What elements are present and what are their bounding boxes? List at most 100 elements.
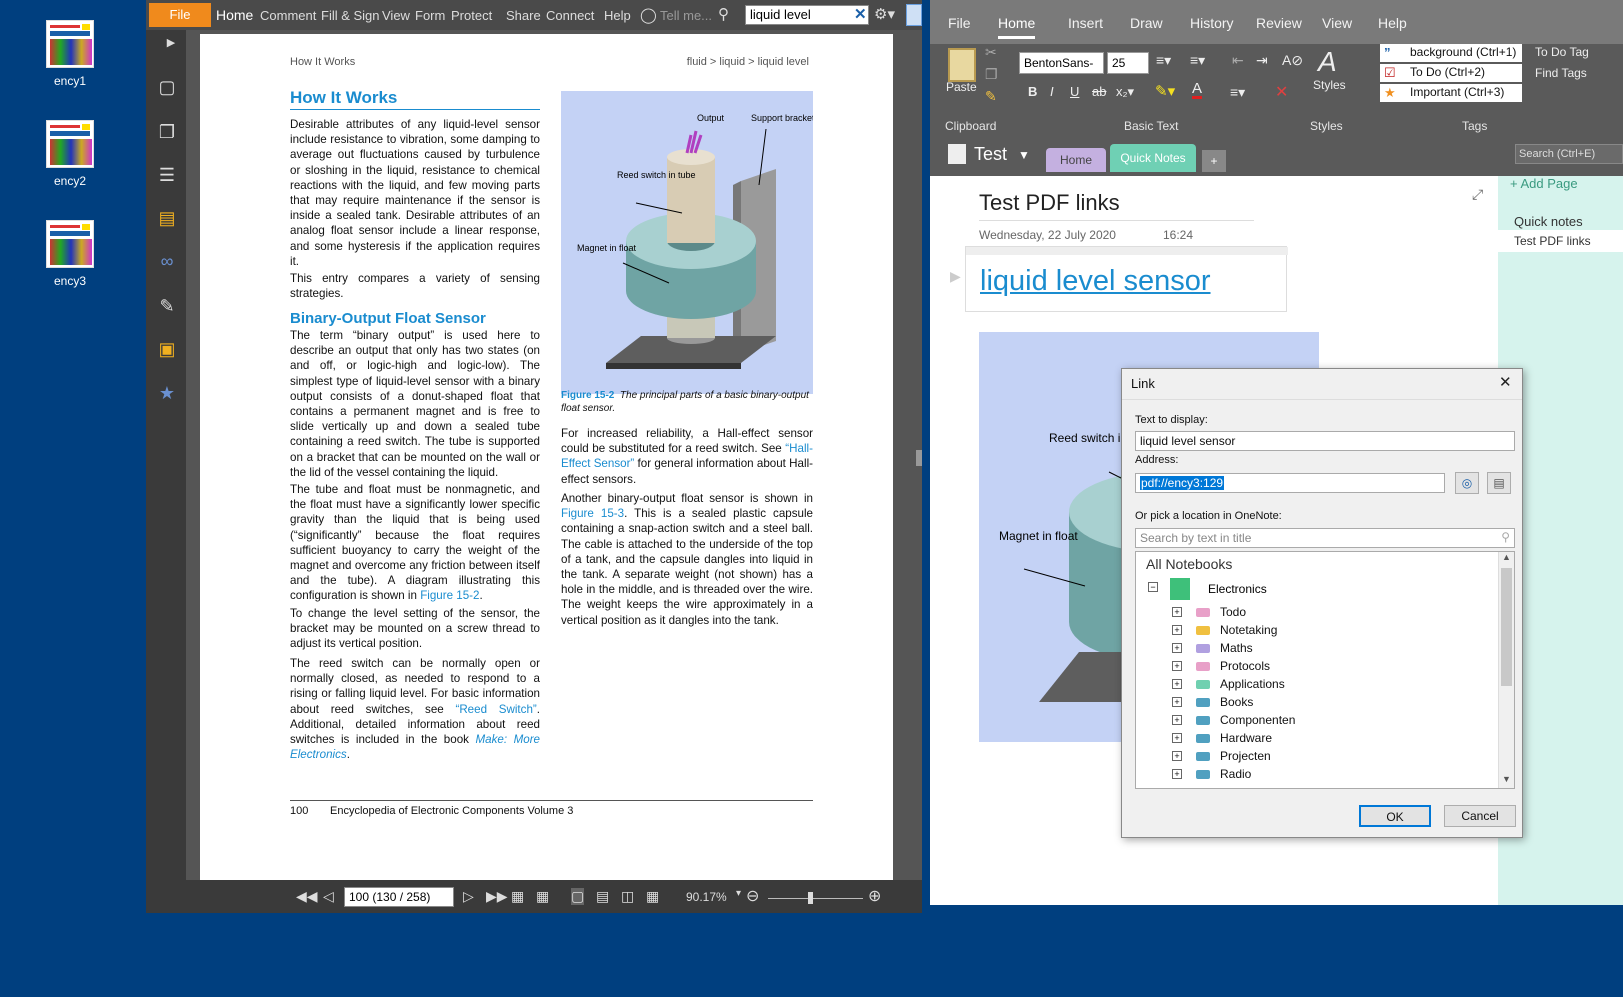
tag-important[interactable]: ★ Important (Ctrl+3) — [1380, 84, 1522, 102]
tag-background[interactable]: ” background (Ctrl+1) — [1380, 44, 1522, 62]
previous-view-icon[interactable]: ▦ — [511, 888, 524, 905]
continuous-facing-icon[interactable]: ▦ — [646, 888, 659, 905]
cancel-button[interactable]: Cancel — [1444, 805, 1516, 827]
paste-icon[interactable] — [948, 48, 976, 82]
tree-section-hardware[interactable]: + Hardware — [1154, 730, 1494, 748]
menu-connect[interactable]: Connect — [546, 8, 594, 23]
figure-link[interactable]: Figure 15-3 — [561, 507, 624, 520]
expand-icon[interactable]: + — [1172, 679, 1182, 689]
location-search-field[interactable]: Search by text in title ⚲ — [1135, 528, 1515, 548]
expand-icon[interactable]: + — [1172, 769, 1182, 779]
bold-icon[interactable]: B — [1028, 84, 1037, 99]
pages-icon[interactable]: ❐ — [156, 121, 178, 143]
container-handle[interactable] — [966, 247, 1288, 255]
tab-review[interactable]: Review — [1256, 15, 1302, 31]
tree-section-maths[interactable]: + Maths — [1154, 640, 1494, 658]
desktop-icon-ency3[interactable]: ency3 — [35, 220, 105, 288]
strikethrough-icon[interactable]: ab — [1092, 84, 1106, 99]
tab-home[interactable]: Home — [998, 15, 1036, 39]
layers-icon[interactable]: ☰ — [156, 164, 178, 186]
section-tab-home[interactable]: Home — [1046, 148, 1106, 172]
zoom-slider[interactable] — [768, 898, 863, 899]
gear-icon[interactable]: ⚙▾ — [874, 5, 895, 23]
collapse-icon[interactable]: − — [1148, 582, 1158, 592]
paragraph-handle-icon[interactable]: ▶ — [950, 268, 961, 285]
desktop-icon-ency1[interactable]: ency1 — [35, 20, 105, 88]
font-size-select[interactable]: 25 — [1107, 52, 1149, 74]
find-icon[interactable]: ⚲ — [718, 5, 729, 23]
expand-icon[interactable]: + — [1172, 643, 1182, 653]
styles-icon[interactable]: A — [1318, 46, 1337, 78]
zoom-in-icon[interactable]: ⊕ — [868, 886, 881, 906]
styles-button[interactable]: Styles — [1313, 78, 1346, 92]
search-input[interactable]: liquid level — [745, 5, 869, 25]
expand-icon[interactable]: + — [1172, 715, 1182, 725]
expand-icon[interactable]: + — [1172, 733, 1182, 743]
find-tags-button[interactable]: Find Tags — [1535, 66, 1587, 80]
format-painter-icon[interactable]: ✎ — [985, 88, 997, 105]
tab-history[interactable]: History — [1190, 15, 1234, 31]
tree-section-componenten[interactable]: + Componenten — [1154, 712, 1494, 730]
expand-icon[interactable]: + — [1172, 697, 1182, 707]
menu-share[interactable]: Share — [506, 8, 541, 23]
numbering-icon[interactable]: ≡▾ — [1190, 52, 1205, 69]
zoom-level[interactable]: 90.17% — [686, 890, 727, 904]
menu-form[interactable]: Form — [415, 8, 445, 23]
menu-view[interactable]: View — [382, 8, 410, 23]
scroll-up-icon[interactable]: ▲ — [1502, 552, 1511, 562]
address-field[interactable]: pdf://ency3:129 — [1135, 473, 1445, 493]
tree-section-notetaking[interactable]: + Notetaking — [1154, 622, 1494, 640]
tree-section-books[interactable]: + Books — [1154, 694, 1494, 712]
italic-icon[interactable]: I — [1050, 84, 1054, 99]
page-list-item-selected[interactable]: Test PDF links — [1498, 230, 1623, 252]
next-view-icon[interactable]: ▦ — [536, 888, 549, 905]
add-section-button[interactable]: + — [1202, 150, 1226, 172]
zoom-out-icon[interactable]: ⊖ — [746, 886, 759, 906]
reed-switch-link[interactable]: “Reed Switch” — [455, 703, 536, 716]
tab-insert[interactable]: Insert — [1068, 15, 1103, 31]
certificate-icon[interactable]: ★ — [156, 382, 178, 404]
menu-fill-sign[interactable]: Fill & Sign — [321, 8, 380, 23]
ok-button[interactable]: OK — [1359, 805, 1431, 827]
close-icon[interactable]: ✕ — [1499, 373, 1512, 391]
continuous-icon[interactable]: ▤ — [596, 888, 609, 905]
tree-section-applications[interactable]: + Applications — [1154, 676, 1494, 694]
page-list-section[interactable]: Quick notes — [1514, 214, 1583, 229]
menu-home[interactable]: Home — [216, 7, 253, 23]
link-text[interactable]: liquid level sensor — [980, 265, 1211, 298]
font-name-select[interactable]: BentonSans- — [1019, 52, 1104, 74]
tree-scroll-thumb[interactable] — [1501, 568, 1512, 686]
expand-icon[interactable]: + — [1172, 661, 1182, 671]
expand-arrow-icon[interactable]: ▶ — [160, 32, 182, 54]
zoom-dropdown-icon[interactable]: ▾ — [736, 888, 741, 899]
notebook-dropdown-icon[interactable]: ▼ — [1018, 148, 1030, 162]
tab-draw[interactable]: Draw — [1130, 15, 1163, 31]
notebook-name[interactable]: Test — [974, 144, 1007, 165]
tree-notebook-electronics[interactable]: − Electronics — [1146, 578, 1476, 600]
browse-web-button[interactable]: ◎ — [1455, 472, 1479, 494]
zoom-slider-thumb[interactable] — [808, 892, 813, 904]
underline-icon[interactable]: U — [1070, 84, 1079, 99]
bullets-icon[interactable]: ≡▾ — [1156, 52, 1171, 69]
expand-icon[interactable]: + — [1172, 751, 1182, 761]
figure-link[interactable]: Figure 15-2 — [420, 589, 479, 602]
attachment-icon[interactable]: ∞ — [156, 250, 178, 272]
align-icon[interactable]: ≡▾ — [1230, 84, 1245, 101]
next-page-icon[interactable]: ▷ — [463, 888, 474, 905]
notebook-tree[interactable]: All Notebooks − Electronics + Todo + Notet… — [1135, 551, 1515, 789]
page-icon[interactable]: ▢ — [156, 76, 178, 98]
tree-section-projecten[interactable]: + Projecten — [1154, 748, 1494, 766]
expand-icon[interactable]: + — [1172, 607, 1182, 617]
outdent-icon[interactable]: ⇤ — [1232, 52, 1244, 69]
clear-format-icon[interactable]: A⊘ — [1282, 52, 1303, 69]
panel-toggle-icon[interactable] — [906, 4, 922, 26]
signature-icon[interactable]: ✎ — [156, 295, 178, 317]
tell-me-input[interactable]: Tell me... — [660, 8, 712, 23]
browse-file-button[interactable]: ▤ — [1487, 472, 1511, 494]
text-to-display-field[interactable]: liquid level sensor — [1135, 431, 1515, 451]
section-tab-quick-notes[interactable]: Quick Notes — [1110, 144, 1196, 172]
tree-section-todo[interactable]: + Todo — [1154, 604, 1494, 622]
highlight-icon[interactable]: ✎▾ — [1155, 82, 1175, 100]
cut-icon[interactable]: ✂ — [985, 44, 997, 61]
facing-icon[interactable]: ◫ — [621, 888, 634, 905]
